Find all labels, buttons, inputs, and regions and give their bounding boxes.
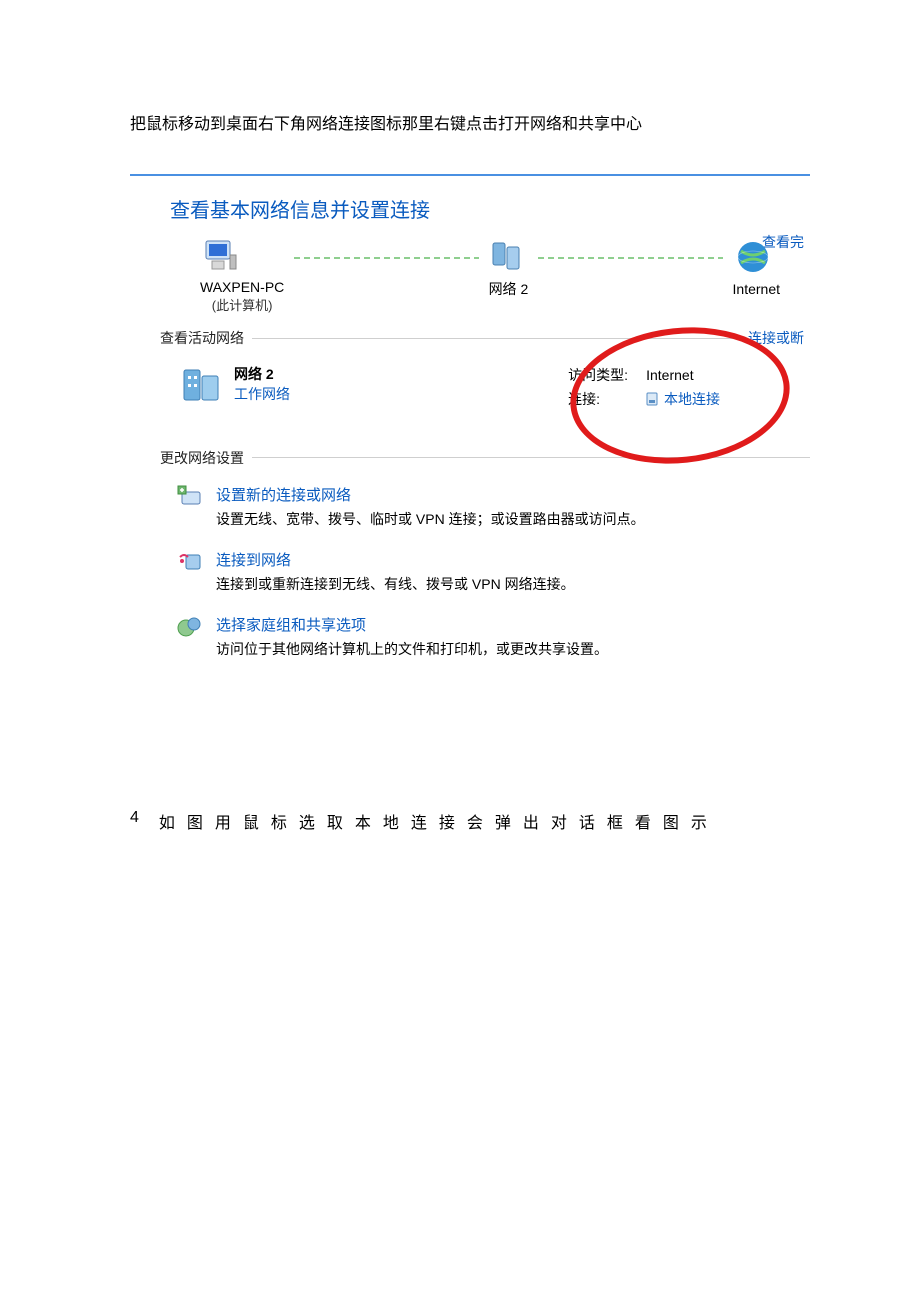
nic-icon xyxy=(646,392,658,406)
internet-globe-icon xyxy=(733,239,780,277)
step-number: 4 xyxy=(130,809,139,833)
active-networks-label: 查看活动网络 xyxy=(130,328,244,348)
connect-to-network-item[interactable]: 连接到网络 连接到或重新连接到无线、有线、拨号或 VPN 网络连接。 xyxy=(176,539,810,604)
topo-internet-node: Internet xyxy=(733,239,780,312)
network-setup-icon xyxy=(176,484,204,510)
building-network-icon xyxy=(180,364,224,406)
setup-new-connection-item[interactable]: 设置新的连接或网络 设置无线、宽带、拨号、临时或 VPN 连接；或设置路由器或访… xyxy=(176,474,810,539)
access-type-label: 访问类型: xyxy=(568,364,630,388)
network-device-icon xyxy=(489,237,529,275)
active-network-type-link[interactable]: 工作网络 xyxy=(234,385,290,405)
computer-icon xyxy=(200,237,284,275)
step-text: 如图用鼠标选取本地连接会弹出对话框看图示 xyxy=(159,809,719,833)
homegroup-sharing-item[interactable]: 选择家庭组和共享选项 访问位于其他网络计算机上的文件和打印机，或更改共享设置。 xyxy=(176,604,810,669)
topo-network-node: 网络 2 xyxy=(489,237,529,314)
network-topology: WAXPEN-PC (此计算机) 网络 2 Internet xyxy=(130,237,810,322)
instruction-text-2: 4 如图用鼠标选取本地连接会弹出对话框看图示 xyxy=(130,809,800,833)
topo-pc-node: WAXPEN-PC (此计算机) xyxy=(200,237,284,314)
homegroup-sharing-link[interactable]: 选择家庭组和共享选项 xyxy=(216,614,608,635)
topo-pc-label: WAXPEN-PC xyxy=(200,279,284,295)
active-network-name: 网络 2 xyxy=(234,365,290,385)
connect-to-network-link[interactable]: 连接到网络 xyxy=(216,549,575,570)
access-type-value: Internet xyxy=(646,364,693,388)
homegroup-icon xyxy=(176,614,204,640)
network-sharing-panel: 查看基本网络信息并设置连接 查看完 WAXPEN-PC (此计算机) 网络 2 … xyxy=(130,174,810,689)
topo-pc-sublabel: (此计算机) xyxy=(200,295,284,314)
connect-disconnect-link[interactable]: 连接或断 xyxy=(748,328,810,348)
local-connection-link[interactable]: 本地连接 xyxy=(646,388,720,412)
topology-connector xyxy=(538,257,722,259)
active-network-row: 网络 2 工作网络 访问类型: Internet 连接: 本地连接 xyxy=(130,356,810,420)
connect-to-network-desc: 连接到或重新连接到无线、有线、拨号或 VPN 网络连接。 xyxy=(216,574,575,594)
topo-network-label: 网络 2 xyxy=(489,279,529,299)
setup-new-connection-link[interactable]: 设置新的连接或网络 xyxy=(216,484,645,505)
topo-internet-label: Internet xyxy=(733,281,780,297)
change-network-settings: 更改网络设置 设置新的连接或网络 设置无线、宽带、拨号、临时或 VPN 连接；或… xyxy=(130,420,810,669)
homegroup-sharing-desc: 访问位于其他网络计算机上的文件和打印机，或更改共享设置。 xyxy=(216,639,608,659)
instruction-text-1: 把鼠标移动到桌面右下角网络连接图标那里右键点击打开网络和共享中心 xyxy=(130,110,800,134)
setup-new-connection-desc: 设置无线、宽带、拨号、临时或 VPN 连接；或设置路由器或访问点。 xyxy=(216,509,645,529)
topology-connector xyxy=(294,257,478,259)
connect-network-icon xyxy=(176,549,204,575)
settings-header: 更改网络设置 xyxy=(160,448,244,468)
active-networks-header: 查看活动网络 连接或断 xyxy=(130,328,810,348)
connection-label: 连接: xyxy=(568,388,630,412)
panel-title: 查看基本网络信息并设置连接 xyxy=(130,186,810,237)
